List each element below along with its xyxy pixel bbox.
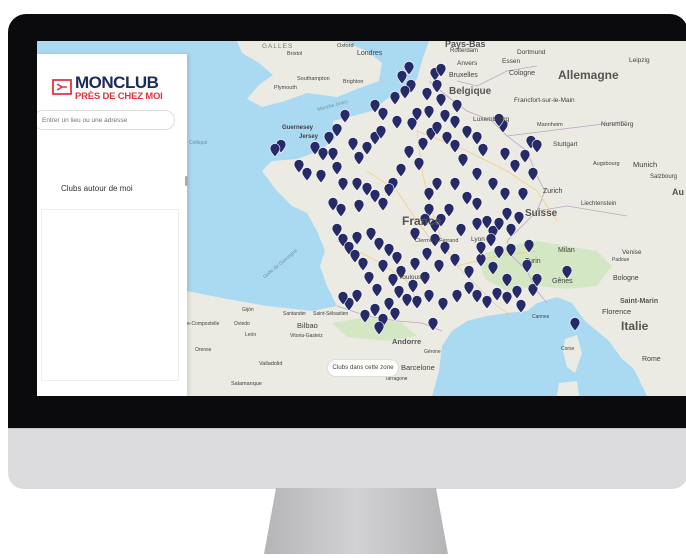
monitor-chin bbox=[8, 428, 686, 489]
monitor-stand bbox=[264, 488, 448, 554]
results-list bbox=[41, 209, 179, 381]
logo-icon bbox=[52, 79, 72, 95]
scrollbar[interactable] bbox=[185, 176, 188, 186]
sidebar: MONCLUB PRÈS DE CHEZ MOI Clubs autour de… bbox=[37, 54, 188, 396]
brand-logo[interactable]: MONCLUB PRÈS DE CHEZ MOI bbox=[51, 72, 171, 106]
clubs-near-me-label[interactable]: Clubs autour de moi bbox=[61, 184, 133, 193]
brand-tagline: PRÈS DE CHEZ MOI bbox=[75, 91, 163, 102]
search-input[interactable] bbox=[37, 110, 175, 130]
clubs-in-zone-button[interactable]: Clubs dans cette zone bbox=[327, 359, 399, 377]
monitor: Pays-Bas Rotterdam Dortmund Londres Oxfo… bbox=[0, 0, 686, 558]
land-sardinia bbox=[557, 381, 579, 396]
brand-name: MONCLUB bbox=[75, 73, 159, 92]
screen: Pays-Bas Rotterdam Dortmund Londres Oxfo… bbox=[37, 41, 686, 396]
